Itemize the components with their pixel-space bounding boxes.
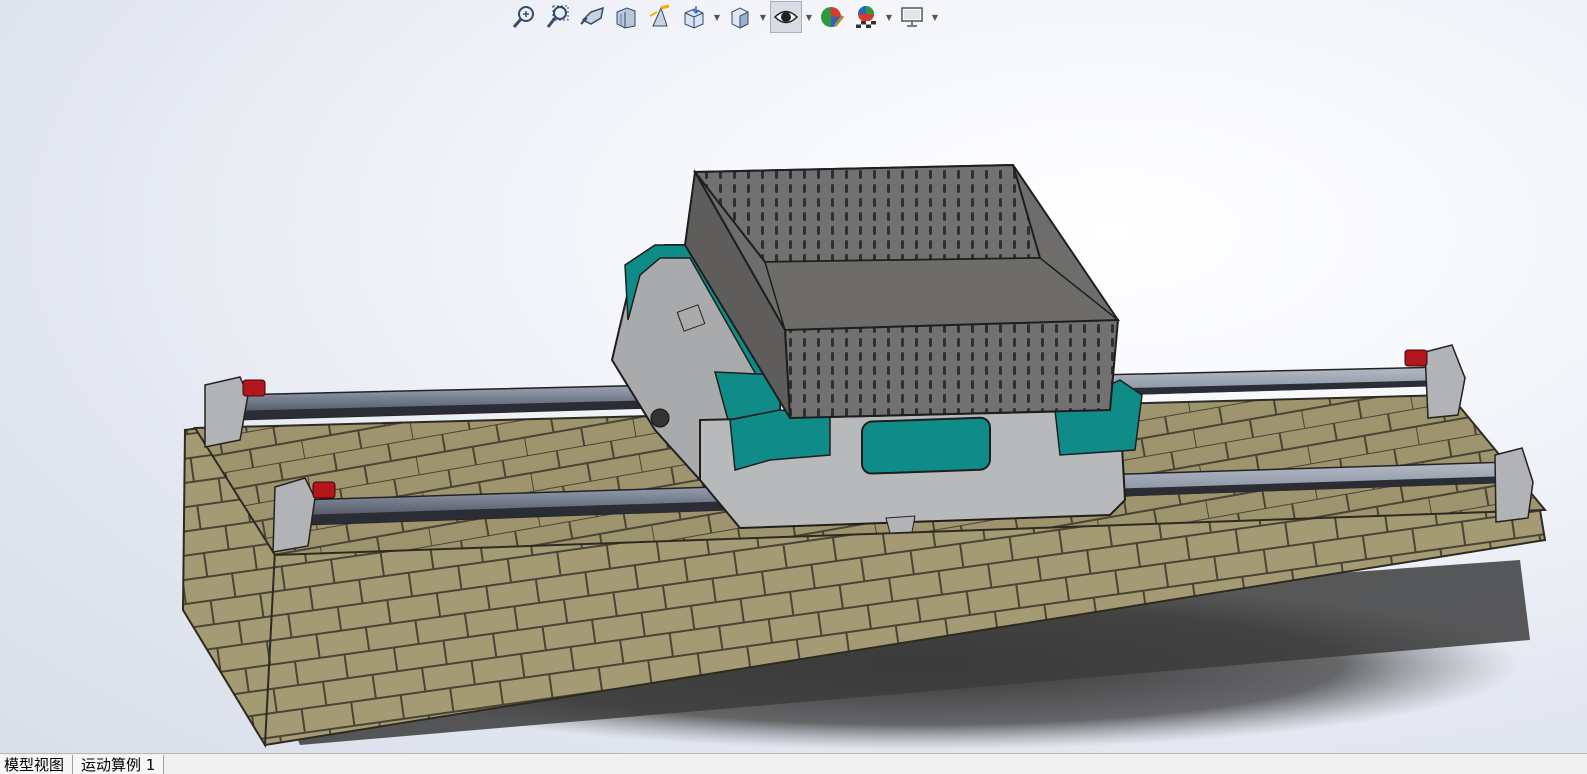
zoom-to-fit-icon	[512, 6, 534, 28]
bottom-tab-bar: 模型视图 运动算例 1	[0, 753, 1587, 774]
solidworks-window: ▼ ▼ ▼ ▼ ▼ 模型视图 运动算例 1	[0, 0, 1587, 774]
view-orientation-button[interactable]	[678, 1, 710, 33]
view-settings-button[interactable]	[896, 1, 928, 33]
display-style-button[interactable]	[724, 1, 756, 33]
view-settings-dropdown[interactable]: ▼	[930, 1, 940, 33]
display-style-dropdown[interactable]: ▼	[758, 1, 768, 33]
heads-up-view-toolbar: ▼ ▼ ▼ ▼ ▼	[508, 0, 940, 34]
edit-appearance-icon	[821, 7, 845, 27]
apply-scene-dropdown[interactable]: ▼	[884, 1, 894, 33]
previous-view-button[interactable]	[576, 1, 608, 33]
section-view-button[interactable]	[610, 1, 642, 33]
zoom-to-area-icon	[546, 5, 569, 28]
3d-graphics-viewport[interactable]	[0, 0, 1587, 754]
zoom-to-area-button[interactable]	[542, 1, 574, 33]
dynamic-annotation-view-icon	[649, 4, 670, 27]
apply-scene-button[interactable]	[850, 1, 882, 33]
tab-motion-study-1[interactable]: 运动算例 1	[73, 755, 165, 774]
previous-view-icon	[580, 6, 604, 25]
view-orientation-dropdown[interactable]: ▼	[712, 1, 722, 33]
zoom-to-fit-button[interactable]	[508, 1, 540, 33]
hide-show-items-icon	[773, 10, 799, 24]
display-style-icon	[731, 7, 749, 29]
view-orientation-icon	[684, 6, 704, 29]
rail-end-bracket-front-right[interactable]	[1494, 447, 1534, 523]
tab-model-view[interactable]: 模型视图	[0, 755, 74, 774]
dynamic-annotation-view-button[interactable]	[644, 1, 676, 33]
hide-show-items-dropdown[interactable]: ▼	[804, 1, 814, 33]
apply-scene-icon	[856, 6, 876, 28]
hide-show-items-button[interactable]	[770, 1, 802, 33]
view-settings-icon	[901, 7, 923, 27]
section-view-icon	[616, 7, 636, 29]
edit-appearance-button[interactable]	[816, 1, 848, 33]
